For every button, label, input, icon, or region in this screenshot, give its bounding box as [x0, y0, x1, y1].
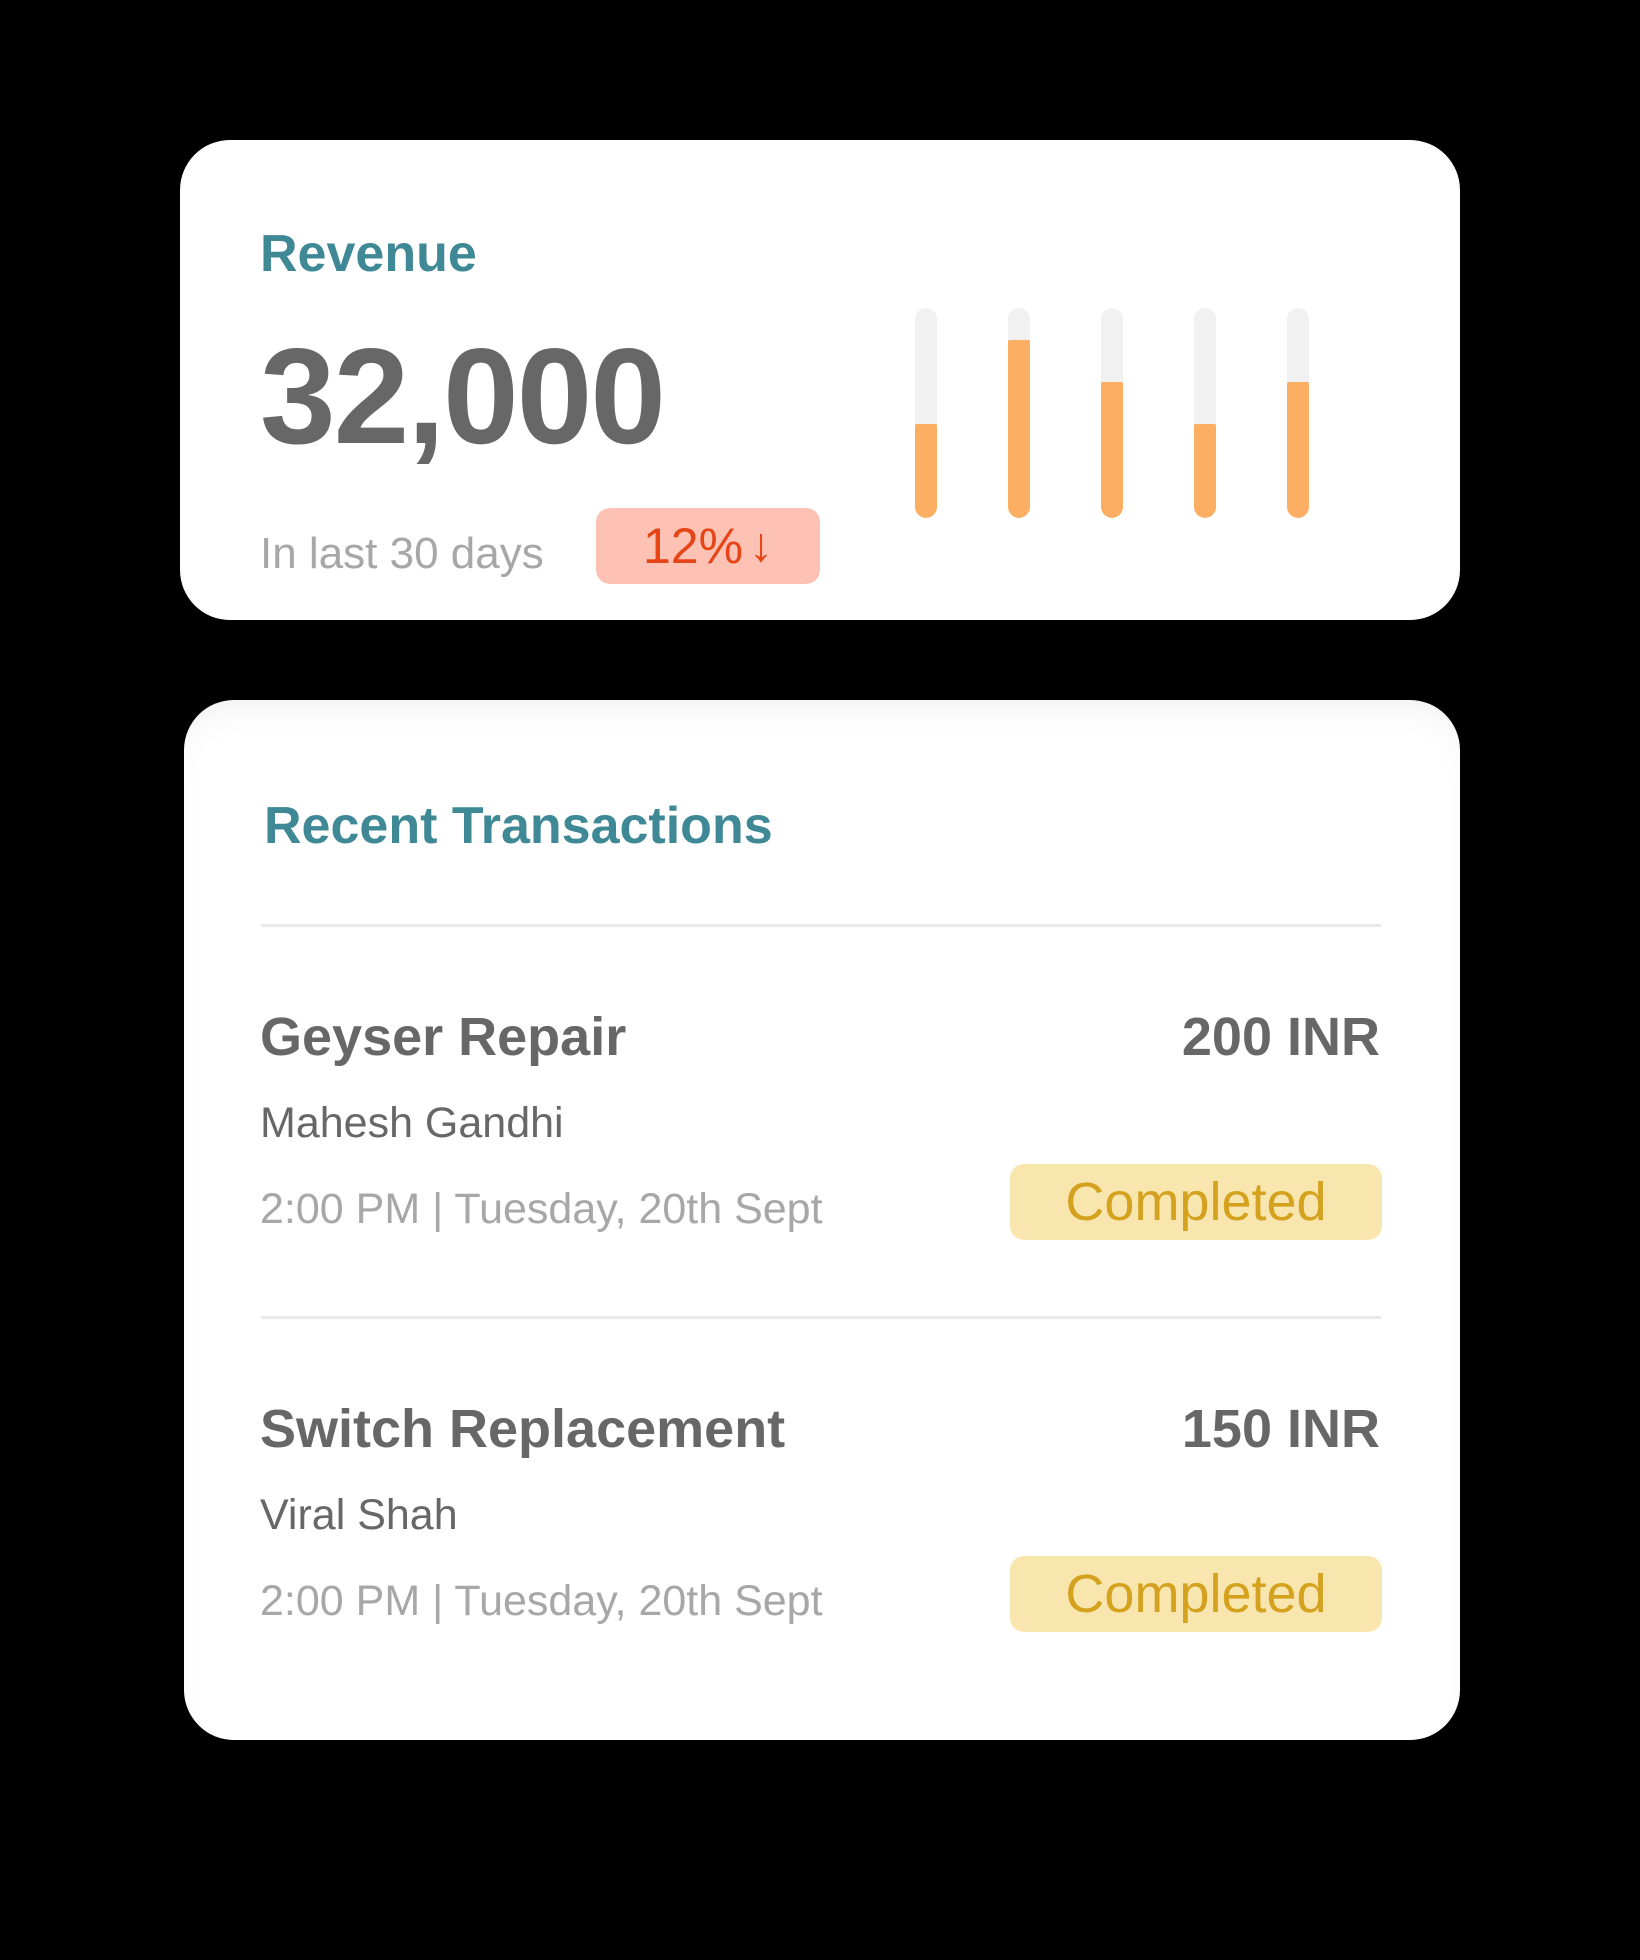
revenue-bar-fill: [1101, 381, 1123, 518]
revenue-bar: [1008, 308, 1030, 518]
revenue-bar: [1101, 308, 1123, 518]
revenue-bar: [915, 308, 937, 518]
transactions-divider: [261, 924, 1381, 927]
transactions-divider: [261, 1316, 1381, 1319]
transaction-row[interactable]: Switch Replacement 150 INR Viral Shah 2:…: [260, 1402, 1382, 1682]
recent-transactions-card: Recent Transactions Geyser Repair 200 IN…: [184, 700, 1460, 1740]
revenue-bar: [1194, 308, 1216, 518]
transaction-status-badge: Completed: [1010, 1556, 1382, 1632]
transaction-row[interactable]: Geyser Repair 200 INR Mahesh Gandhi 2:00…: [260, 1010, 1382, 1290]
transaction-time: 2:00 PM | Tuesday, 20th Sept: [260, 1577, 823, 1625]
revenue-value: 32,000: [260, 320, 666, 472]
revenue-change-badge: 12% ↓: [596, 508, 820, 584]
revenue-mini-bar-chart: [915, 308, 1335, 518]
transaction-service: Geyser Repair: [260, 1007, 627, 1067]
revenue-card: Revenue 32,000 In last 30 days 12% ↓: [180, 140, 1460, 620]
revenue-bar-fill: [1287, 381, 1309, 518]
transaction-customer: Mahesh Gandhi: [260, 1099, 564, 1147]
recent-transactions-title: Recent Transactions: [264, 797, 773, 855]
revenue-bar: [1287, 308, 1309, 518]
transaction-status-badge: Completed: [1010, 1164, 1382, 1240]
revenue-bar-fill: [1194, 423, 1216, 518]
transaction-time: 2:00 PM | Tuesday, 20th Sept: [260, 1185, 823, 1233]
revenue-bar-fill: [915, 423, 937, 518]
revenue-change-value: 12%: [642, 518, 744, 574]
transaction-service: Switch Replacement: [260, 1399, 786, 1459]
revenue-period: In last 30 days: [260, 529, 544, 578]
revenue-bar-fill: [1008, 339, 1030, 518]
revenue-title: Revenue: [260, 225, 477, 283]
transaction-customer: Viral Shah: [260, 1491, 458, 1539]
transaction-amount: 200 INR: [1181, 1007, 1380, 1067]
transaction-amount: 150 INR: [1181, 1399, 1380, 1459]
down-arrow-icon: ↓: [749, 519, 774, 572]
